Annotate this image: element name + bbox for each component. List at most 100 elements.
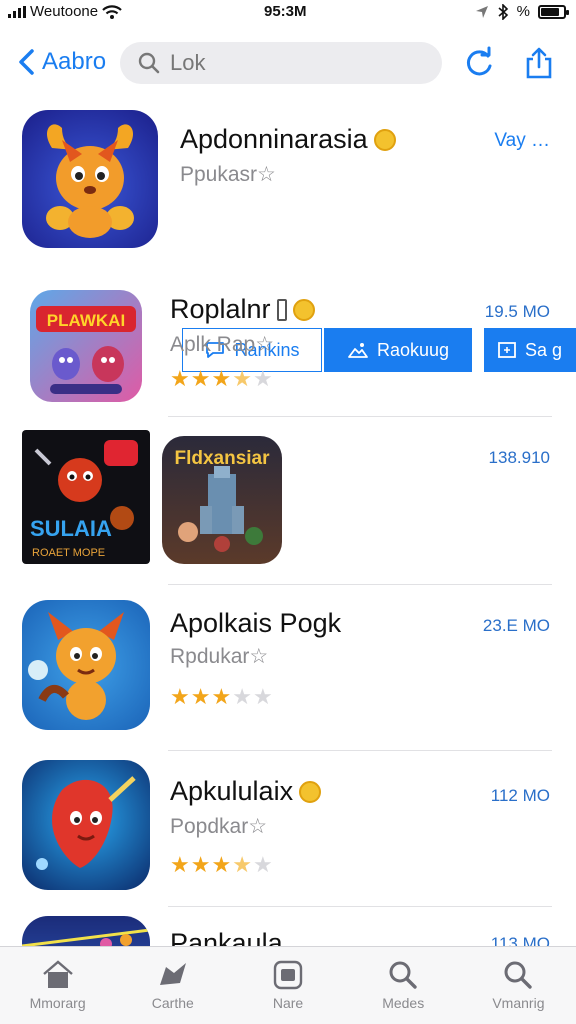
app-title: Apdonninarasia [180, 124, 396, 155]
creature-illustration [36, 776, 136, 870]
device-icon [276, 298, 287, 321]
refresh-icon[interactable] [462, 46, 496, 80]
app-size: 23.E MO [482, 616, 550, 635]
search-icon [138, 52, 160, 74]
search-bar[interactable] [120, 42, 442, 84]
award-badge-icon [292, 298, 315, 321]
app-size: 113 MO [490, 934, 550, 946]
clock: 95:3M [264, 3, 307, 20]
chevron-left-icon [19, 49, 34, 75]
star-icon: ★ [170, 852, 191, 877]
star-icon: ★ [252, 366, 274, 391]
tab-label: Medes [382, 995, 425, 1011]
tab-label: Nare [272, 995, 304, 1011]
star-icon: ★ [232, 684, 253, 709]
battery-icon [538, 4, 569, 19]
star-icon: ★ [211, 684, 233, 709]
svg-text:Fldxansiar: Fldxansiar [174, 448, 270, 469]
svg-text:SULAIA: SULAIA [30, 516, 112, 541]
tab-apps[interactable]: Nare [230, 947, 345, 1024]
wifi-icon [102, 4, 122, 19]
app-size: 19.5 MO [484, 302, 550, 321]
list-item[interactable]: Apolkais Pogk Rpdukar☆ ★★★★★ 23.E MO [0, 596, 576, 746]
app-subtitle: Rpdukar☆ [170, 645, 269, 668]
back-button[interactable]: Aabro [16, 48, 106, 76]
game-art-illustration: SULAIA ROAET MOPE [30, 440, 138, 559]
nav-bar: Aabro [0, 40, 576, 88]
divider [168, 906, 552, 907]
app-subtitle: Ppukasr☆ [180, 163, 276, 186]
share-icon[interactable] [522, 46, 556, 80]
star-rating: ★★★★★ [170, 852, 274, 878]
app-title: Pankaula [170, 928, 283, 946]
star-icon: ★ [190, 684, 212, 709]
list-item[interactable]: PLAWKAI Roplalnr Aplk Rap☆ ★★★★★ 19.5 MO [0, 282, 576, 416]
back-label: Aabro [42, 48, 107, 75]
divider [168, 416, 552, 417]
app-icon[interactable] [22, 760, 150, 890]
battery-percent: % [516, 3, 530, 20]
game-art-illustration: PLAWKAI [36, 306, 136, 394]
search-icon [504, 961, 533, 989]
signal-icon [8, 5, 26, 18]
star-icon: ★ [211, 366, 233, 391]
star-icon: ★ [211, 852, 233, 877]
app-size: 112 MO [490, 786, 550, 805]
star-icon: ★ [232, 852, 253, 877]
tab-games[interactable]: Carthe [115, 947, 230, 1024]
star-icon: ★ [190, 852, 212, 877]
creature-illustration [46, 124, 134, 238]
list-item[interactable]: Pankaula 113 MO [0, 912, 576, 946]
tab-bar: Mmorarg Carthe Nare Medes Vmanrig [0, 946, 576, 1024]
status-bar: Weutoone 95:3M % [0, 0, 576, 24]
home-icon [42, 960, 73, 988]
app-subtitle: Aplk Rap☆ [170, 333, 275, 356]
app-icon[interactable] [22, 110, 158, 248]
featured-app: Apdonninarasia Ppukasr☆ Vay … Rankins Ra… [0, 108, 576, 372]
app-title: Apolkais Pogk [170, 608, 342, 638]
creature-illustration [28, 612, 124, 720]
search-input[interactable] [170, 50, 410, 76]
app-size: 138.910 [488, 448, 550, 467]
status-right: % [475, 3, 569, 20]
star-icon: ★ [252, 852, 274, 877]
list-item[interactable]: Apkululaix Popdkar☆ ★★★★★ 112 MO [0, 756, 576, 906]
app-icon[interactable]: Fldxansiar [162, 436, 282, 564]
app-icon[interactable]: PLAWKAI [30, 290, 142, 402]
star-icon: ★ [170, 366, 191, 391]
tab-label: Carthe [151, 995, 194, 1011]
star-icon: ★ [252, 684, 274, 709]
app-title: Apkululaix [170, 776, 322, 807]
svg-text:PLAWKAI: PLAWKAI [47, 311, 125, 330]
list-item[interactable]: SULAIA ROAET MOPE Fldxansiar 138.910 [0, 426, 576, 576]
bluetooth-icon [498, 3, 508, 20]
game-art-illustration: Fldxansiar [174, 448, 270, 552]
star-icon: ★ [190, 366, 212, 391]
star-rating: ★★★★★ [170, 684, 274, 710]
emoji-badge-icon [299, 780, 322, 803]
award-badge-icon [373, 128, 396, 151]
app-icon[interactable] [22, 600, 150, 730]
app-icon[interactable] [22, 916, 150, 946]
carrier: Weutoone [8, 3, 122, 20]
tab-label: Vmanrig [492, 995, 545, 1011]
carrier-name: Weutoone [30, 3, 99, 20]
search-icon [389, 961, 417, 989]
apps-icon [273, 960, 303, 990]
star-rating: ★★★★★ [170, 366, 274, 392]
star-icon: ★ [232, 366, 253, 391]
divider [168, 750, 552, 751]
star-icon: ★ [170, 684, 191, 709]
divider [168, 584, 552, 585]
tab-search-2[interactable]: Vmanrig [461, 947, 576, 1024]
app-icon[interactable]: SULAIA ROAET MOPE [22, 430, 150, 564]
svg-text:ROAET MOPE: ROAET MOPE [32, 547, 105, 559]
more-link[interactable]: Vay … [494, 130, 550, 152]
game-art-illustration [22, 928, 150, 946]
tab-search[interactable]: Medes [346, 947, 461, 1024]
tab-home[interactable]: Mmorarg [0, 947, 115, 1024]
app-title: Roplalnr [170, 294, 315, 325]
tab-label: Mmorarg [29, 995, 86, 1011]
games-icon [159, 963, 186, 985]
location-icon [475, 5, 488, 18]
